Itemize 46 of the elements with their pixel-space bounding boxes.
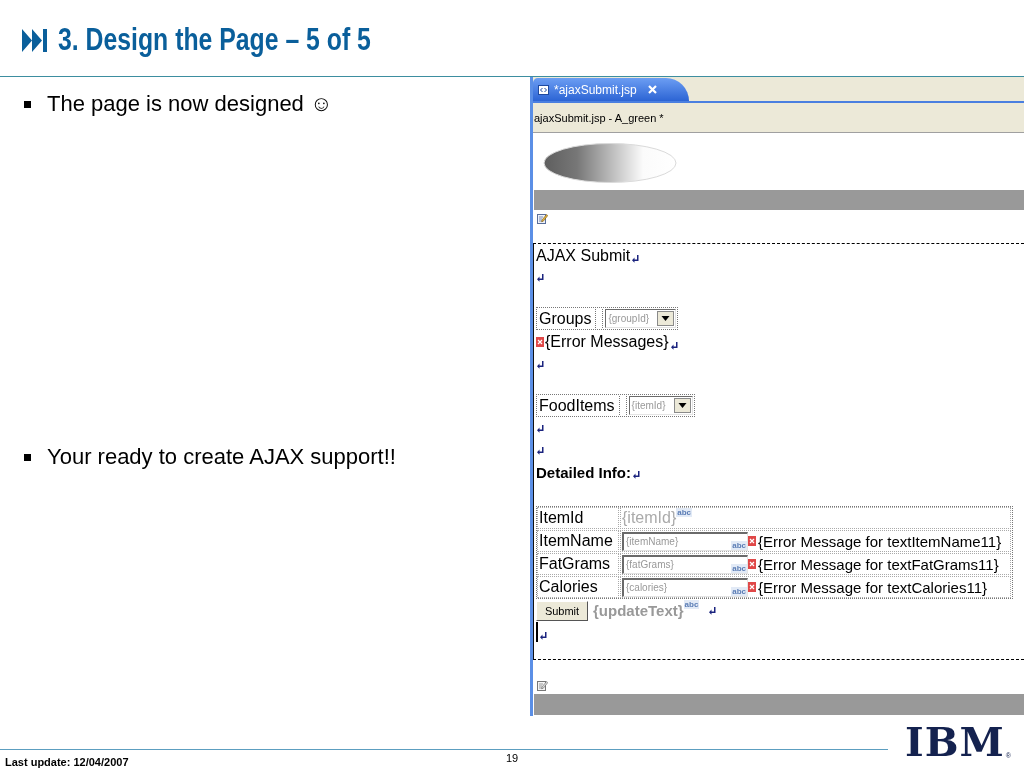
bullet-icon — [24, 453, 31, 461]
dropdown[interactable]: {itemId} — [628, 396, 693, 415]
page-number: 19 — [504, 751, 520, 766]
bullet-text: The page is now designed ☺ — [47, 91, 333, 117]
text-type-tag: abc — [731, 586, 747, 596]
slide-title: 3. Design the Page – 5 of 5 — [58, 22, 371, 58]
field-label: FoodItems — [538, 396, 620, 415]
error-icon — [748, 582, 756, 592]
table-cell: Calories — [537, 576, 619, 598]
field-label: Groups — [538, 309, 597, 328]
error-message-text: {Error Message for textItemName11} — [758, 532, 1002, 550]
close-icon[interactable] — [647, 85, 657, 94]
table-cell: ItemName — [537, 530, 619, 552]
output-text: {itemId} — [622, 509, 677, 527]
code-file-icon — [538, 84, 549, 95]
dropdown-caret-icon[interactable] — [673, 398, 691, 413]
bullet-icon — [24, 100, 31, 108]
last-update-text: Last update: 12/04/2007 — [4, 756, 130, 768]
text-type-tag: abc — [731, 540, 747, 550]
editor-header: ajaxSubmit.jsp - A_green * — [533, 101, 1024, 133]
error-message-text: {Error Message for textCalories11} — [758, 578, 987, 596]
section-heading: Detailed Info: — [536, 463, 631, 481]
output-text: {updateText} — [593, 602, 684, 619]
error-messages-text: {Error Messages} — [545, 333, 669, 351]
submit-button[interactable]: Submit — [536, 600, 588, 621]
dropdown[interactable]: {groupId} — [605, 309, 677, 328]
heading-text: AJAX Submit — [536, 247, 631, 265]
table-cell: ItemId — [537, 507, 619, 529]
error-icon — [536, 337, 544, 347]
error-icon — [748, 559, 756, 569]
text-field[interactable]: {fatGrams} abc — [622, 554, 748, 574]
edit-page-icon — [537, 680, 548, 691]
text-type-tag: abc — [676, 508, 693, 517]
dropdown-caret-icon[interactable] — [657, 311, 675, 326]
edit-page-icon — [537, 213, 548, 224]
logo: IBM — [905, 724, 1005, 760]
text-field[interactable]: {itemName} abc — [622, 531, 748, 551]
editor-tab[interactable]: *ajaxSubmit.jsp — [533, 78, 689, 101]
error-message-text: {Error Message for textFatGrams11} — [758, 555, 999, 573]
text-type-tag: abc — [683, 600, 700, 609]
table-cell: FatGrams — [537, 553, 619, 575]
text-field[interactable]: {calories} abc — [622, 577, 748, 597]
text-type-tag: abc — [731, 563, 747, 573]
skip-forward-icon — [22, 28, 48, 52]
bullet-text: Your ready to create AJAX support!! — [47, 444, 396, 470]
error-icon — [748, 536, 756, 546]
